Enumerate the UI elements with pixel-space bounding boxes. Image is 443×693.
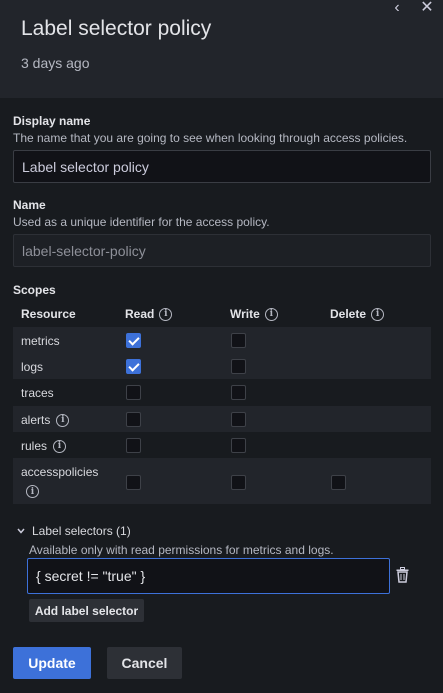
- label-selectors-toggle[interactable]: Label selectors (1): [17, 524, 131, 538]
- resource-label: accesspolicies: [21, 465, 99, 479]
- collapse-chevron-icon[interactable]: ‹: [389, 0, 405, 16]
- trash-icon[interactable]: [396, 567, 409, 583]
- column-header-label: Delete: [330, 307, 367, 321]
- name-description: Used as a unique identifier for the acce…: [13, 215, 270, 229]
- write-checkbox-logs[interactable]: [231, 359, 246, 374]
- drawer-title: Label selector policy: [21, 17, 212, 40]
- write-checkbox-accesspolicies[interactable]: [231, 475, 246, 490]
- column-header-delete: Delete i: [330, 307, 385, 321]
- column-header-write: Write i: [230, 307, 278, 321]
- label-selectors-description: Available only with read permissions for…: [29, 543, 334, 557]
- name-label: Name: [13, 198, 46, 212]
- read-checkbox-alerts[interactable]: [126, 412, 141, 427]
- cancel-button[interactable]: Cancel: [107, 647, 182, 679]
- resource-name: rules i: [21, 439, 67, 453]
- info-icon[interactable]: i: [371, 307, 385, 321]
- resource-name: accesspolicies: [21, 465, 98, 479]
- delete-checkbox-accesspolicies[interactable]: [331, 475, 346, 490]
- read-checkbox-traces[interactable]: [126, 385, 141, 400]
- read-checkbox-logs[interactable]: [126, 359, 141, 374]
- scope-row-alerts: alerts i: [13, 406, 431, 432]
- info-icon[interactable]: i: [26, 485, 39, 498]
- name-input: label-selector-policy: [13, 234, 431, 267]
- write-checkbox-alerts[interactable]: [231, 412, 246, 427]
- resource-name: metrics: [21, 334, 60, 348]
- resource-name: logs: [21, 360, 43, 374]
- scope-row-traces: traces: [13, 379, 431, 406]
- column-header-label: Read: [125, 307, 155, 321]
- scope-row-metrics: metrics: [13, 327, 431, 354]
- resource-label: traces: [21, 386, 54, 400]
- column-header-resource: Resource: [21, 307, 76, 321]
- display-name-input[interactable]: Label selector policy: [13, 150, 431, 183]
- display-name-description: The name that you are going to see when …: [13, 131, 408, 145]
- scope-row-logs: logs: [13, 354, 431, 379]
- resource-label: rules: [21, 439, 48, 453]
- column-header-read: Read i: [125, 307, 173, 321]
- scopes-label: Scopes: [13, 283, 56, 297]
- add-label-selector-button[interactable]: Add label selector: [29, 599, 144, 622]
- drawer-header: ‹ ✕ Label selector policy 3 days ago: [0, 0, 443, 98]
- label-selectors-title: Label selectors (1): [32, 524, 131, 538]
- info-icon[interactable]: i: [264, 307, 278, 321]
- column-header-label: Resource: [21, 307, 76, 321]
- drawer-subtitle: 3 days ago: [21, 55, 90, 71]
- read-checkbox-metrics[interactable]: [126, 333, 141, 348]
- read-checkbox-accesspolicies[interactable]: [126, 475, 141, 490]
- column-header-label: Write: [230, 307, 260, 321]
- write-checkbox-traces[interactable]: [231, 385, 246, 400]
- info-icon[interactable]: i: [159, 307, 173, 321]
- header-icons: ‹ ✕: [389, 0, 435, 16]
- chevron-down-icon: [17, 528, 25, 534]
- info-icon[interactable]: i: [53, 439, 67, 453]
- write-checkbox-rules[interactable]: [231, 438, 246, 453]
- display-name-label: Display name: [13, 114, 91, 128]
- info-icon[interactable]: i: [56, 413, 70, 427]
- resource-label: logs: [21, 360, 44, 374]
- label-selector-input[interactable]: { secret != "true" }: [27, 558, 390, 594]
- resource-name: alerts i: [21, 413, 70, 427]
- scope-row-accesspolicies: accesspolicies i: [13, 458, 431, 504]
- update-button[interactable]: Update: [13, 647, 91, 679]
- read-checkbox-rules[interactable]: [126, 438, 141, 453]
- resource-label: alerts: [21, 413, 51, 427]
- scope-row-rules: rules i: [13, 432, 431, 458]
- write-checkbox-metrics[interactable]: [231, 333, 246, 348]
- resource-name: traces: [21, 386, 54, 400]
- close-icon[interactable]: ✕: [419, 0, 435, 16]
- resource-label: metrics: [21, 334, 60, 348]
